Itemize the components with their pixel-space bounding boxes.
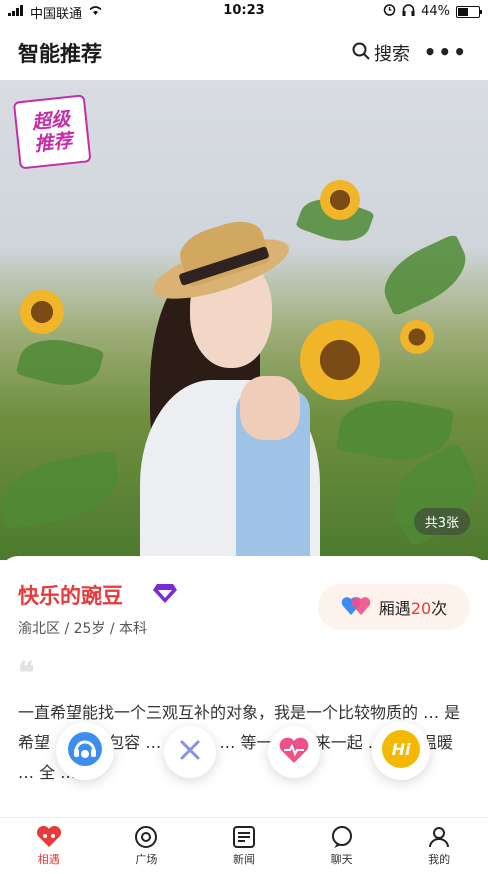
nav-label-meet: 相遇 xyxy=(37,853,60,866)
page-title: 智能推荐 xyxy=(18,42,102,66)
nav-item-plaza[interactable]: 广场 xyxy=(98,818,196,874)
profile-name: 快乐的豌豆 xyxy=(18,584,123,608)
nav-label-news: 新闻 xyxy=(232,853,255,866)
hearts-icon xyxy=(341,593,371,621)
battery-icon xyxy=(456,5,482,18)
meet-count-badge[interactable]: 厢遇20次 xyxy=(318,584,470,630)
search-icon xyxy=(352,42,370,65)
alarm-icon xyxy=(383,3,396,20)
search-button[interactable]: 搜索 xyxy=(352,40,410,66)
hi-bubble-icon: Hi xyxy=(380,728,422,774)
quote-icon: ❝ xyxy=(18,656,35,691)
nav-item-news[interactable]: 新闻 xyxy=(195,818,293,874)
battery-percent: 44% xyxy=(421,4,450,19)
meet-suffix: 次 xyxy=(431,599,448,618)
nav-label-plaza: 广场 xyxy=(135,853,158,866)
svg-text:Hi: Hi xyxy=(392,740,411,759)
profile-icon xyxy=(426,825,452,849)
headset-icon xyxy=(66,730,104,772)
compass-icon xyxy=(133,825,159,849)
close-icon xyxy=(178,738,202,766)
nav-label-chat: 聊天 xyxy=(330,853,353,866)
nav-label-me: 我的 xyxy=(428,853,451,866)
heart-icon xyxy=(36,825,62,849)
news-icon xyxy=(231,825,257,849)
bottom-nav: 相遇 广场 新闻 聊天 我的 xyxy=(0,817,488,874)
more-options-button[interactable]: ••• xyxy=(424,40,468,64)
photo-count-badge[interactable]: 共3张 xyxy=(413,508,470,535)
status-bar: 中国联通 10:23 44% xyxy=(0,0,488,22)
like-button[interactable] xyxy=(268,726,320,778)
nav-item-meet[interactable]: 相遇 xyxy=(0,818,98,874)
profile-card: 快乐的豌豆 渝北区 / 25岁 / 本科 厢遇20次 ❝ 一直希望能找一个三观互… xyxy=(0,556,488,818)
top-header: 智能推荐 搜索 ••• xyxy=(0,22,488,80)
search-label: 搜索 xyxy=(374,44,410,65)
nav-item-chat[interactable]: 聊天 xyxy=(293,818,391,874)
profile-meta: 渝北区 / 25岁 / 本科 xyxy=(18,621,148,637)
badge-line2: 推荐 xyxy=(33,129,74,156)
super-recommend-badge: 超级 推荐 xyxy=(12,94,92,170)
nav-item-me[interactable]: 我的 xyxy=(390,818,488,874)
pass-button[interactable] xyxy=(164,726,216,778)
meet-count: 20 xyxy=(410,599,432,618)
chat-icon xyxy=(329,825,355,849)
say-hi-button[interactable]: Hi xyxy=(372,722,430,780)
customer-service-button[interactable] xyxy=(56,722,114,780)
headphones-icon xyxy=(402,3,415,20)
heartbeat-icon xyxy=(278,736,310,768)
meet-prefix: 厢遇 xyxy=(378,599,411,618)
diamond-vip-icon xyxy=(152,582,178,604)
